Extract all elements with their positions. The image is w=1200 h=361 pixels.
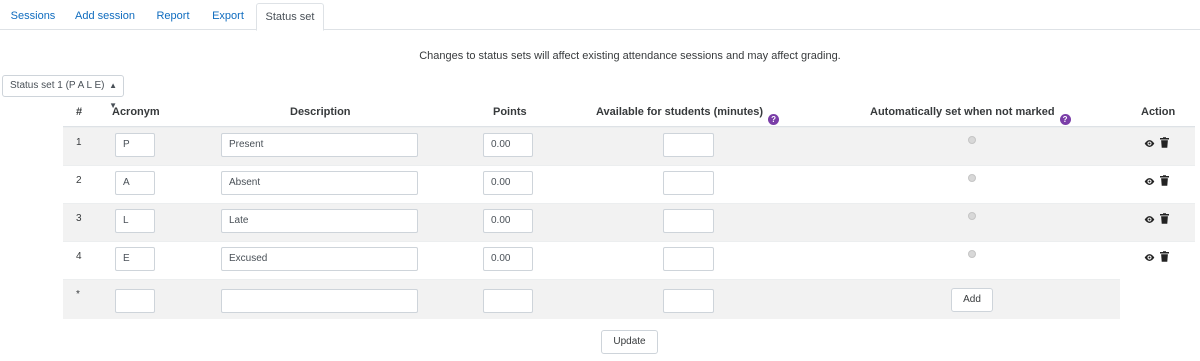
acronym-field[interactable]: A <box>115 171 155 195</box>
header-auto-set: Automatically set when not marked? <box>870 106 1071 125</box>
tab-sessions[interactable]: Sessions <box>2 3 64 30</box>
tab-export[interactable]: Export <box>202 3 254 30</box>
header-auto-set-label: Automatically set when not marked <box>870 106 1055 118</box>
header-action: Action <box>1141 106 1176 118</box>
auto-set-radio[interactable] <box>968 212 976 220</box>
notice-text: Changes to status sets will affect exist… <box>419 50 841 62</box>
add-button[interactable]: Add <box>951 288 993 312</box>
header-acronym: Acronym <box>112 106 160 118</box>
eye-icon[interactable] <box>1144 252 1155 263</box>
available-minutes-field[interactable] <box>663 209 714 233</box>
available-minutes-field[interactable] <box>663 171 714 195</box>
trash-icon[interactable] <box>1160 213 1169 224</box>
description-field[interactable]: Late <box>221 209 418 233</box>
table-row-new: * Add <box>63 279 1120 319</box>
header-available-label: Available for students (minutes) <box>596 106 764 118</box>
points-field[interactable]: 0.00 <box>483 209 533 233</box>
tab-report[interactable]: Report <box>146 3 200 30</box>
description-field[interactable]: Present <box>221 133 418 157</box>
table-header: # Acronym Description Points Available f… <box>63 98 1195 127</box>
acronym-field[interactable]: E <box>115 247 155 271</box>
row-number: 3 <box>76 213 82 224</box>
new-points-field[interactable] <box>483 289 533 313</box>
auto-set-radio[interactable] <box>968 136 976 144</box>
tab-status-set[interactable]: Status set <box>256 3 324 31</box>
row-number: 1 <box>76 137 82 148</box>
row-number: 4 <box>76 251 82 262</box>
header-description: Description <box>290 106 351 118</box>
trash-icon[interactable] <box>1160 137 1169 148</box>
auto-set-radio[interactable] <box>968 250 976 258</box>
description-field[interactable]: Absent <box>221 171 418 195</box>
new-available-minutes-field[interactable] <box>663 289 714 313</box>
acronym-field[interactable]: L <box>115 209 155 233</box>
header-points: Points <box>493 106 527 118</box>
row-number: * <box>76 289 80 300</box>
trash-icon[interactable] <box>1160 251 1169 262</box>
table-row: 1 P Present 0.00 <box>63 127 1195 165</box>
status-set-select-value: Status set 1 (P A L E) <box>10 80 105 91</box>
acronym-field[interactable]: P <box>115 133 155 157</box>
table-row: 2 A Absent 0.00 <box>63 165 1195 203</box>
update-button[interactable]: Update <box>601 330 658 354</box>
available-minutes-field[interactable] <box>663 133 714 157</box>
new-description-field[interactable] <box>221 289 418 313</box>
available-minutes-field[interactable] <box>663 247 714 271</box>
points-field[interactable]: 0.00 <box>483 247 533 271</box>
tab-bar: Sessions Add session Report Export Statu… <box>0 0 1200 31</box>
auto-set-radio[interactable] <box>968 174 976 182</box>
status-set-select[interactable]: Status set 1 (P A L E) ▲ ▼ <box>2 75 124 110</box>
points-field[interactable]: 0.00 <box>483 171 533 195</box>
header-number: # <box>76 106 83 118</box>
eye-icon[interactable] <box>1144 138 1155 149</box>
header-available: Available for students (minutes)? <box>596 106 780 125</box>
row-number: 2 <box>76 175 82 186</box>
eye-icon[interactable] <box>1144 214 1155 225</box>
help-icon[interactable]: ? <box>1059 114 1071 125</box>
description-field[interactable]: Excused <box>221 247 418 271</box>
eye-icon[interactable] <box>1144 176 1155 187</box>
new-acronym-field[interactable] <box>115 289 155 313</box>
table-row: 4 E Excused 0.00 <box>63 241 1195 279</box>
points-field[interactable]: 0.00 <box>483 133 533 157</box>
table-row: 3 L Late 0.00 <box>63 203 1195 241</box>
tab-add-session[interactable]: Add session <box>66 3 144 30</box>
trash-icon[interactable] <box>1160 175 1169 186</box>
help-icon[interactable]: ? <box>768 114 780 125</box>
